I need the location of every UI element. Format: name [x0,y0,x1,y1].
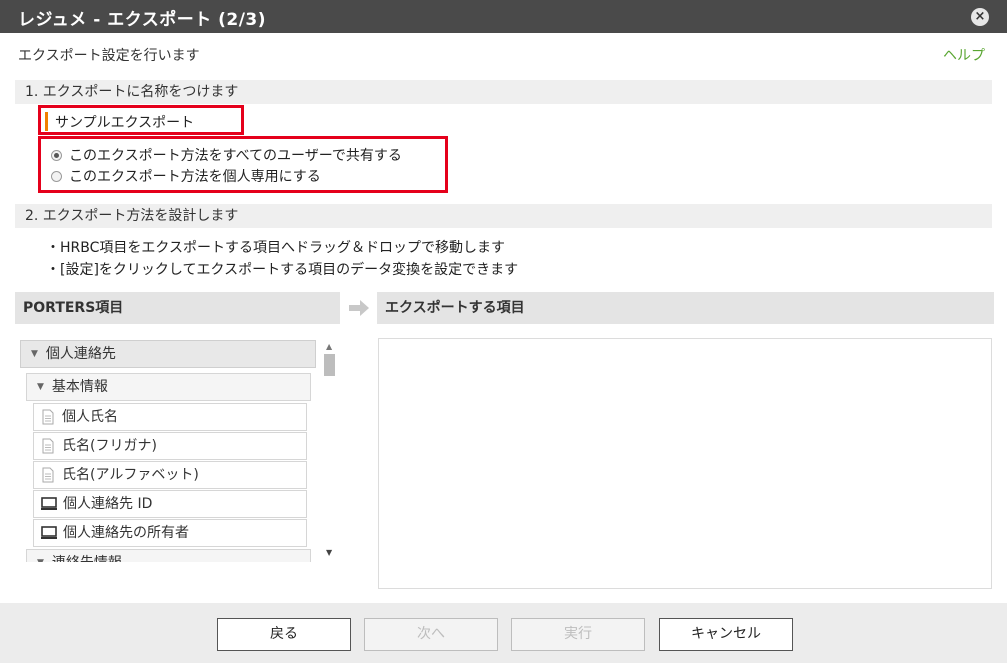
tree-item[interactable]: 個人氏名 [33,403,307,431]
tree-label: 個人連絡先 [45,346,116,362]
triangle-down-icon[interactable]: ▼ [31,341,38,367]
computer-icon [41,526,57,539]
tree-item[interactable]: 個人連絡先 ID [33,490,307,518]
required-marker [45,112,48,131]
tree-item[interactable]: 氏名(フリガナ) [33,432,307,460]
scroll-thumb[interactable] [324,354,335,376]
tree-label: 連絡先情報 [52,550,122,562]
export-name-field[interactable]: サンプルエクスポート [38,105,244,135]
export-items-header: エクスポートする項目 [377,292,994,324]
tree-group-contact-info[interactable]: ▼ 連絡先情報 [26,549,311,562]
tree-item[interactable]: 氏名(アルファベット) [33,461,307,489]
porters-items-header: PORTERS項目 [15,292,340,324]
tree-scrollbar[interactable]: ▲ ▼ [322,340,337,562]
document-icon [42,438,54,454]
document-icon [42,467,54,483]
tree-label: 個人連絡先 ID [63,496,153,512]
share-private-label: このエクスポート方法を個人専用にする [69,169,321,185]
arrow-right-icon [349,300,369,316]
tree-label: 基本情報 [51,379,108,395]
tree-label: 氏名(アルファベット) [62,467,199,483]
tree-group-basic-info[interactable]: ▼ 基本情報 [26,373,311,401]
next-button[interactable]: 次へ [364,618,498,651]
share-options: このエクスポート方法をすべてのユーザーで共有する このエクスポート方法を個人専用… [38,136,448,193]
run-button[interactable]: 実行 [511,618,645,651]
close-icon[interactable]: × [971,8,989,26]
back-button[interactable]: 戻る [217,618,351,651]
tree-group-personal-contact[interactable]: ▼ 個人連絡先 [20,340,316,368]
section-1-heading: 1. エクスポートに名称をつけます [15,80,992,104]
title-bar: レジュメ - エクスポート (2/3) × [0,0,1007,33]
subtitle: エクスポート設定を行います [18,48,200,64]
radio-selected-icon[interactable] [51,149,62,161]
tree-label: 個人氏名 [62,409,118,425]
document-icon [42,409,54,425]
tree-label: 氏名(フリガナ) [62,438,157,454]
porters-items-tree: ▼ 個人連絡先 ▼ 基本情報 個人氏名 氏名(フリガナ) 氏名(アルファベット)… [18,338,340,562]
cancel-button[interactable]: キャンセル [659,618,793,651]
triangle-down-icon[interactable]: ▼ [37,374,44,400]
window-title: レジュメ - エクスポート (2/3) [18,10,267,30]
footer-bar [0,603,1007,663]
instruction-drag-drop: ・HRBC項目をエクスポートする項目へドラッグ＆ドロップで移動します [46,240,505,256]
triangle-down-icon[interactable]: ▼ [37,550,44,562]
instruction-settings: ・[設定]をクリックしてエクスポートする項目のデータ変換を設定できます [46,262,519,278]
computer-icon [41,497,57,510]
help-link[interactable]: ヘルプ [943,45,985,65]
share-all-label: このエクスポート方法をすべてのユーザーで共有する [69,148,402,164]
scroll-down-icon[interactable]: ▼ [326,548,332,557]
radio-unselected-icon[interactable] [51,170,62,182]
export-items-dropzone[interactable] [378,338,992,589]
tree-label: 個人連絡先の所有者 [63,525,189,541]
scroll-up-icon[interactable]: ▲ [326,342,332,351]
section-2-heading: 2. エクスポート方法を設計します [15,204,992,228]
export-name-value: サンプルエクスポート [55,115,195,131]
share-private-option[interactable]: このエクスポート方法を個人専用にする [51,166,321,186]
share-all-option[interactable]: このエクスポート方法をすべてのユーザーで共有する [51,145,402,165]
tree-item[interactable]: 個人連絡先の所有者 [33,519,307,547]
